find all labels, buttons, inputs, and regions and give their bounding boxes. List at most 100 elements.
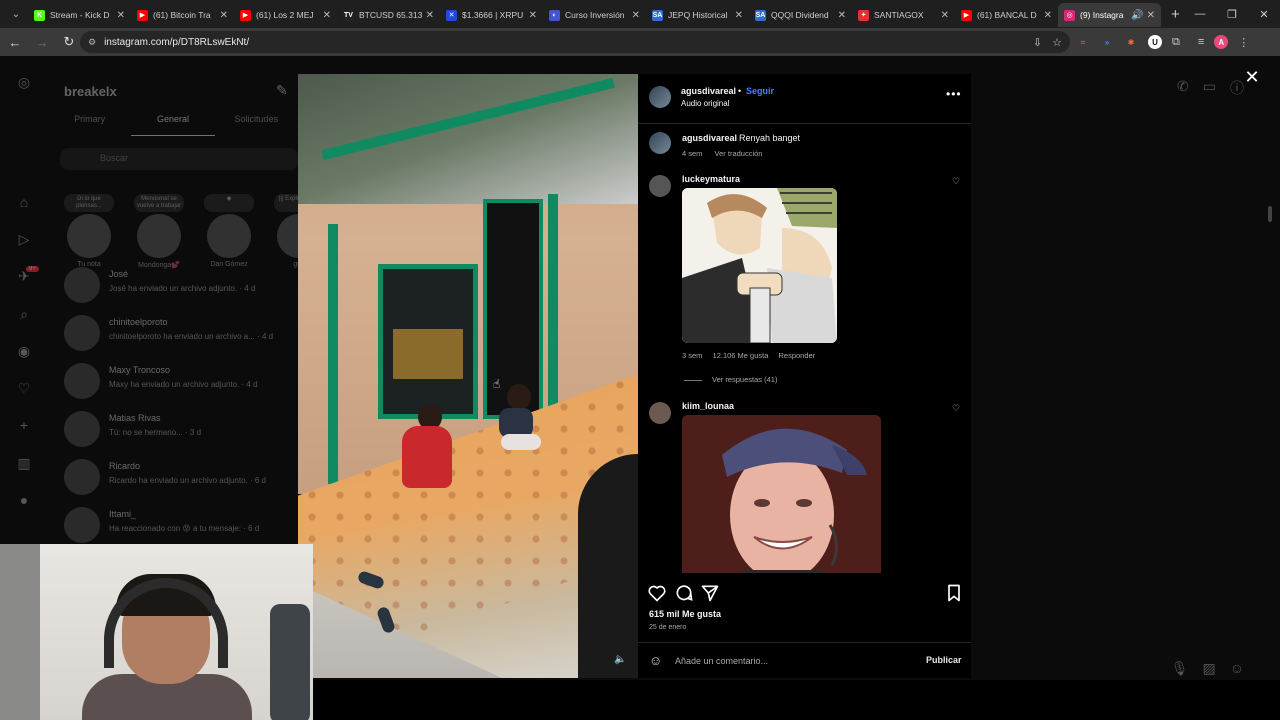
comment-gif[interactable] — [682, 188, 837, 343]
browser-tab[interactable]: ▶ (61) Bitcoin Tra ✕ — [131, 3, 234, 27]
emoji-icon[interactable]: ☺ — [649, 653, 662, 668]
close-window-icon[interactable]: ✕ — [1248, 0, 1280, 28]
browser-tab[interactable]: SA QQQI Dividend ✕ — [749, 3, 852, 27]
reload-button[interactable]: ↻ — [57, 30, 81, 54]
dashboard-icon[interactable]: ▥ — [14, 453, 34, 473]
like-comment-icon[interactable]: ♡ — [952, 176, 960, 187]
tab-primary[interactable]: Primary — [48, 114, 131, 136]
image-icon[interactable]: ▨ — [1202, 660, 1215, 677]
install-app-icon[interactable]: ⇩ — [1033, 36, 1042, 49]
commenter-avatar[interactable] — [649, 175, 671, 197]
microphone-icon[interactable]: 🎙 — [1171, 660, 1189, 677]
note-item[interactable]: Di lo que piensas... Tu nota — [64, 194, 114, 268]
author-avatar[interactable] — [649, 132, 671, 154]
account-name[interactable]: breakelx — [64, 84, 117, 99]
minimize-icon[interactable]: — — [1184, 0, 1216, 28]
reply-button[interactable]: Responder — [779, 351, 816, 360]
follow-button[interactable]: Seguir — [746, 86, 774, 96]
audio-label[interactable]: Audio original — [681, 99, 729, 108]
browser-tab[interactable]: ▶ (61) Los 2 MEJ ✕ — [234, 3, 337, 27]
bookmark-star-icon[interactable]: ☆ — [1052, 36, 1062, 49]
profile-icon[interactable]: ● — [14, 490, 34, 510]
profile-avatar[interactable]: A — [1214, 35, 1229, 49]
browser-tab[interactable]: ✕ $1.3666 | XRPU ✕ — [440, 3, 543, 27]
conversation-item[interactable]: chinitoelporoto chinitoelporoto ha enviad… — [60, 311, 298, 355]
tab-close-icon[interactable]: ✕ — [838, 10, 846, 21]
tab-close-icon[interactable]: ✕ — [220, 10, 228, 21]
caption-username[interactable]: agusdivareal — [682, 133, 737, 143]
browser-tab[interactable]: ▶ (61) BANCAL D ✕ — [955, 3, 1058, 27]
like-heart-icon[interactable] — [647, 583, 667, 603]
tab-close-icon[interactable]: 🔊 ✕ — [1131, 10, 1155, 21]
note-item[interactable]: Menosmal se vuelve a trabajar Mondonga💕 — [134, 194, 184, 269]
browser-tab[interactable]: ◐ Curso Inversión ✕ — [543, 3, 646, 27]
ublock-icon[interactable]: U — [1148, 35, 1162, 49]
comment-bubble-icon[interactable] — [674, 583, 694, 603]
comment-gif[interactable] — [682, 415, 881, 573]
home-icon[interactable]: ⌂ — [14, 192, 34, 212]
likes-count[interactable]: 615 mil Me gusta — [649, 609, 721, 619]
create-plus-icon[interactable]: + — [14, 415, 34, 435]
tab-close-icon[interactable]: ✕ — [426, 10, 434, 21]
media-controls-icon[interactable]: ≡ — [1198, 36, 1204, 48]
browser-tab[interactable]: K Stream - Kick D ✕ — [28, 3, 131, 27]
tab-close-icon[interactable]: ✕ — [941, 10, 949, 21]
notifications-heart-icon[interactable]: ♡ — [14, 378, 34, 398]
conversation-item[interactable]: José José ha enviado un archivo adjunto. … — [60, 263, 298, 307]
conversation-item[interactable]: Matias Rivas Tú: no se hermano... · 3 d — [60, 407, 298, 451]
back-button[interactable]: ← — [3, 30, 27, 54]
browser-tab[interactable]: ◎ (9) Instagra 🔊 ✕ — [1058, 3, 1161, 27]
like-comment-icon[interactable]: ♡ — [952, 403, 960, 414]
new-message-icon[interactable]: ✎ — [276, 82, 288, 99]
publish-button[interactable]: Publicar — [926, 655, 962, 665]
explore-icon[interactable]: ◉ — [14, 341, 34, 361]
comment-username[interactable]: kiim_lounaa — [682, 401, 734, 411]
save-bookmark-icon[interactable] — [944, 583, 964, 603]
volume-icon[interactable]: 🔈 — [614, 654, 626, 665]
video-call-icon[interactable]: ▭ — [1203, 78, 1216, 98]
extension-icon[interactable]: ✱ — [1124, 35, 1138, 49]
tab-close-icon[interactable]: ✕ — [1044, 10, 1052, 21]
conversation-item[interactable]: Ittami_ Ha reaccionado con 😡 a tu mensaje… — [60, 503, 298, 547]
tab-close-icon[interactable]: ✕ — [632, 10, 640, 21]
site-info-icon[interactable]: ⚙ — [88, 37, 96, 48]
post-video[interactable]: ☝ 🔈 — [298, 74, 638, 678]
comment-input[interactable] — [675, 652, 905, 670]
tab-search-icon[interactable]: ⌄ — [4, 3, 28, 25]
author-avatar[interactable] — [649, 86, 671, 108]
tab-general[interactable]: General — [131, 114, 215, 136]
conversation-item[interactable]: Ricardo Ricardo ha enviado un archivo adj… — [60, 455, 298, 499]
view-replies-button[interactable]: Ver respuestas (41) — [684, 375, 777, 384]
forward-button[interactable]: → — [30, 30, 54, 54]
new-tab-button[interactable]: + — [1171, 6, 1180, 23]
comment-likes[interactable]: 12.106 Me gusta — [713, 351, 769, 360]
tab-close-icon[interactable]: ✕ — [117, 10, 125, 21]
extensions-puzzle-icon[interactable]: ⧉ — [1172, 36, 1180, 49]
note-item[interactable]: ◆ Dan Gómez — [204, 194, 254, 268]
tab-requests[interactable]: Solicitudes — [215, 114, 298, 136]
search-icon[interactable]: ⌕ — [14, 304, 34, 324]
tab-close-icon[interactable]: ✕ — [529, 10, 537, 21]
reels-icon[interactable]: ▷ — [14, 229, 34, 249]
extension-icon[interactable]: » — [1100, 35, 1114, 49]
tab-close-icon[interactable]: ✕ — [735, 10, 743, 21]
tab-close-icon[interactable]: ✕ — [323, 10, 331, 21]
menu-kebab-icon[interactable]: ⋮ — [1238, 36, 1249, 49]
share-send-icon[interactable] — [700, 583, 720, 603]
url-field[interactable]: ⚙ instagram.com/p/DT8RLswEkNt/ ⇩ ☆ — [80, 31, 1070, 53]
browser-tab[interactable]: TV BTCUSD 65.313 ✕ — [337, 3, 440, 27]
search-input[interactable]: Buscar — [60, 148, 298, 170]
phone-icon[interactable]: ✆ — [1177, 78, 1189, 98]
close-modal-icon[interactable]: ✕ — [1241, 66, 1263, 88]
restore-icon[interactable]: ❐ — [1216, 0, 1248, 28]
comment-username[interactable]: luckeymatura — [682, 174, 740, 184]
translate-link[interactable]: Ver traducción — [715, 149, 763, 158]
more-options-icon[interactable]: ••• — [946, 87, 962, 101]
author-username[interactable]: agusdivareal — [681, 86, 736, 96]
browser-tab[interactable]: SA JEPQ Historical ✕ — [646, 3, 749, 27]
browser-tab[interactable]: ✦ SANTIAGOX ✕ — [852, 3, 955, 27]
extension-icon[interactable]: ≈ — [1076, 35, 1090, 49]
instagram-logo-icon[interactable]: ◎ — [14, 72, 34, 92]
commenter-avatar[interactable] — [649, 402, 671, 424]
sticker-icon[interactable]: ☺ — [1230, 660, 1244, 677]
